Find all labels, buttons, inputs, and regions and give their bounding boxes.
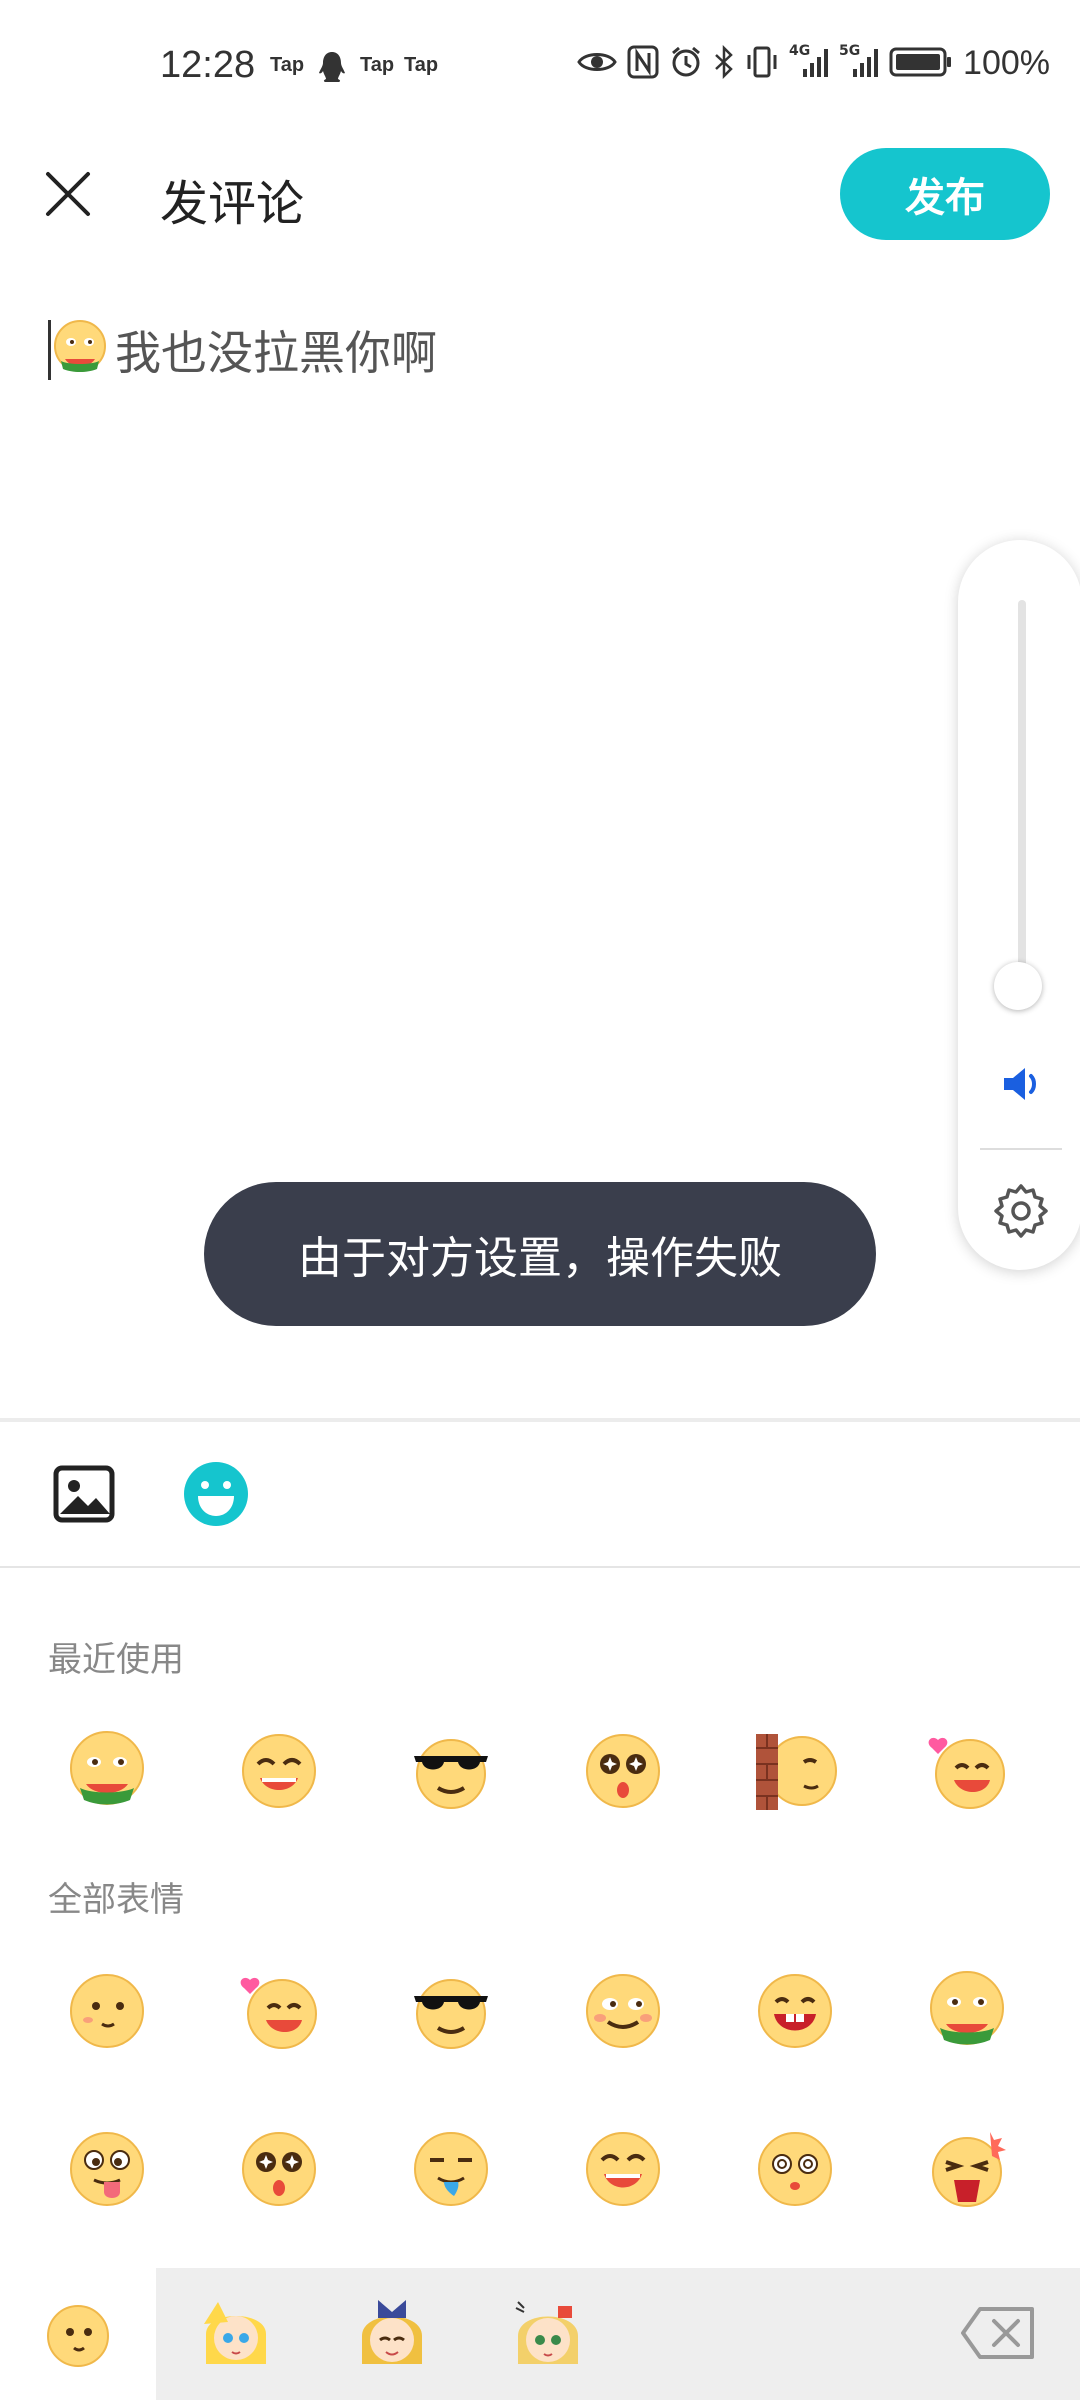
header: 发评论 发布	[0, 140, 1080, 250]
emoji-laugh[interactable]	[580, 2126, 666, 2212]
speaker-button[interactable]	[998, 1060, 1046, 1108]
sticker-pack-2-icon	[362, 2300, 422, 2364]
emoji-tab-icon	[47, 2305, 109, 2367]
volume-slider-thumb[interactable]	[994, 962, 1042, 1010]
status-bar: 12:28 Tap Tap Tap 4G 5G 100%	[0, 0, 1080, 135]
battery-percent: 100%	[963, 44, 1050, 82]
emoji-starry-eyes[interactable]	[236, 2126, 322, 2212]
qq-icon	[316, 50, 348, 88]
sticker-pack-2-tab[interactable]	[352, 2294, 432, 2374]
signal-5g-icon: 5G	[839, 43, 879, 83]
volume-panel	[958, 540, 1080, 1270]
emoji-wall-peek[interactable]	[752, 1728, 838, 1814]
vibrate-icon	[745, 45, 779, 83]
emoji-watermelon[interactable]	[924, 1968, 1010, 2054]
emoji-tongue[interactable]	[64, 2126, 150, 2212]
toolbar-bottom-divider	[0, 1566, 1080, 1568]
eye-icon	[577, 47, 617, 81]
sticker-pack-3-tab[interactable]	[508, 2294, 588, 2374]
emoji-heart-grin[interactable]	[236, 1968, 322, 2054]
status-time: 12:28	[160, 44, 256, 86]
speaker-icon	[1004, 1068, 1036, 1100]
toolbar-divider	[0, 1418, 1080, 1422]
signal-4g-icon: 4G	[789, 43, 829, 83]
tap-label: Tap	[360, 54, 395, 76]
comment-input[interactable]: 我也没拉黑你啊	[48, 315, 437, 385]
recent-section-label: 最近使用	[48, 1640, 184, 1680]
inline-emoji-icon	[51, 317, 109, 383]
volume-settings-button[interactable]	[992, 1182, 1050, 1240]
emoji-button[interactable]	[182, 1460, 250, 1528]
tap-label: Tap	[270, 54, 305, 76]
battery-icon	[889, 45, 953, 83]
emoji-heart-grin[interactable]	[924, 1728, 1010, 1814]
toast-message: 由于对方设置，操作失败	[204, 1182, 876, 1326]
image-icon	[53, 1465, 115, 1523]
emoji-sunglasses[interactable]	[408, 1728, 494, 1814]
emoji-grin[interactable]	[236, 1728, 322, 1814]
sticker-pack-1-tab[interactable]	[196, 2294, 276, 2374]
backspace-button[interactable]	[960, 2306, 1036, 2360]
emoji-icon	[184, 1462, 248, 1526]
alarm-icon	[669, 45, 703, 83]
emoji-smile[interactable]	[64, 1968, 150, 2054]
emoji-tab[interactable]	[44, 2302, 112, 2370]
publish-button[interactable]: 发布	[840, 148, 1050, 240]
emoji-teeth-grin[interactable]	[752, 1968, 838, 2054]
image-button[interactable]	[52, 1462, 116, 1526]
nfc-icon	[627, 45, 659, 83]
bottom-left-area	[0, 2268, 156, 2400]
sticker-pack-3-icon	[515, 2301, 578, 2364]
emoji-angry-shout[interactable]	[924, 2126, 1010, 2212]
emoji-watermelon[interactable]	[64, 1728, 150, 1814]
emoji-starry-eyes[interactable]	[580, 1728, 666, 1814]
volume-slider-track[interactable]	[1018, 600, 1026, 1000]
bluetooth-icon	[713, 44, 735, 83]
emoji-sunglasses[interactable]	[408, 1968, 494, 2054]
backspace-icon	[961, 2307, 1034, 2359]
close-button[interactable]	[40, 166, 96, 222]
tap-label: Tap	[404, 54, 439, 76]
gear-icon	[994, 1184, 1048, 1238]
comment-text: 我也没拉黑你啊	[115, 326, 437, 380]
page-title: 发评论	[160, 176, 305, 232]
all-emoji-section-label: 全部表情	[48, 1880, 184, 1920]
close-icon	[46, 172, 90, 216]
emoji-dizzy[interactable]	[752, 2126, 838, 2212]
emoji-shy-smile[interactable]	[580, 1968, 666, 2054]
sticker-tab-bar	[156, 2268, 1080, 2400]
volume-divider	[980, 1148, 1062, 1150]
emoji-drool[interactable]	[408, 2126, 494, 2212]
status-icons: 4G 5G 100%	[577, 43, 1050, 83]
sticker-pack-1-icon	[204, 2302, 266, 2364]
